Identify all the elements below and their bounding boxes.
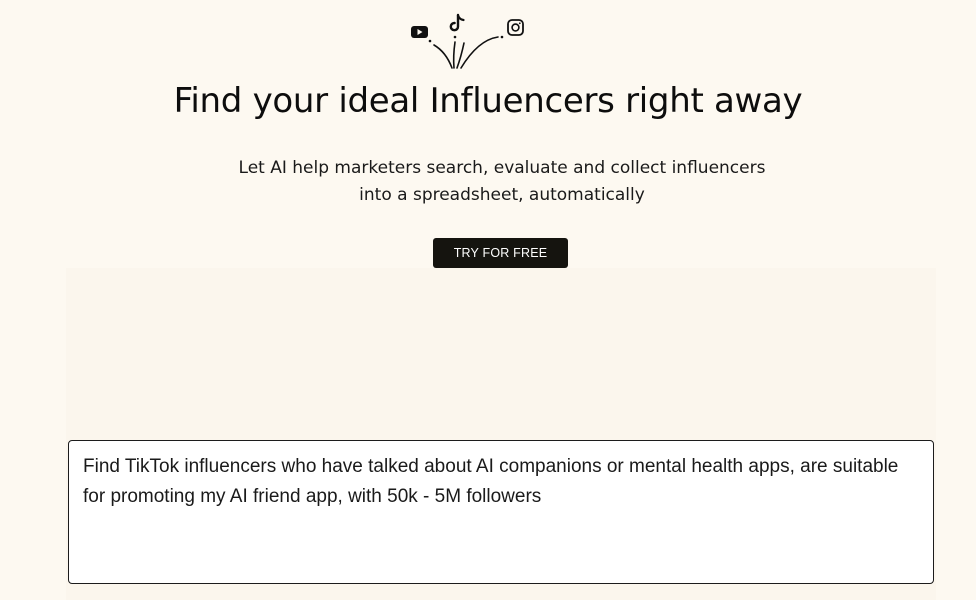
social-icons-illustration bbox=[411, 13, 524, 69]
page-title: Find your ideal Influencers right away bbox=[173, 81, 803, 121]
tiktok-icon bbox=[449, 13, 465, 32]
instagram-icon bbox=[507, 19, 524, 36]
social-icons-group bbox=[406, 12, 530, 72]
decorative-lines bbox=[433, 36, 499, 69]
youtube-icon bbox=[411, 26, 428, 38]
influencer-search-prompt-input[interactable]: Find TikTok influencers who have talked … bbox=[68, 440, 934, 584]
page-subtitle: Let AI help marketers search, evaluate a… bbox=[238, 158, 766, 205]
try-for-free-button[interactable]: TRY FOR FREE bbox=[433, 238, 568, 268]
